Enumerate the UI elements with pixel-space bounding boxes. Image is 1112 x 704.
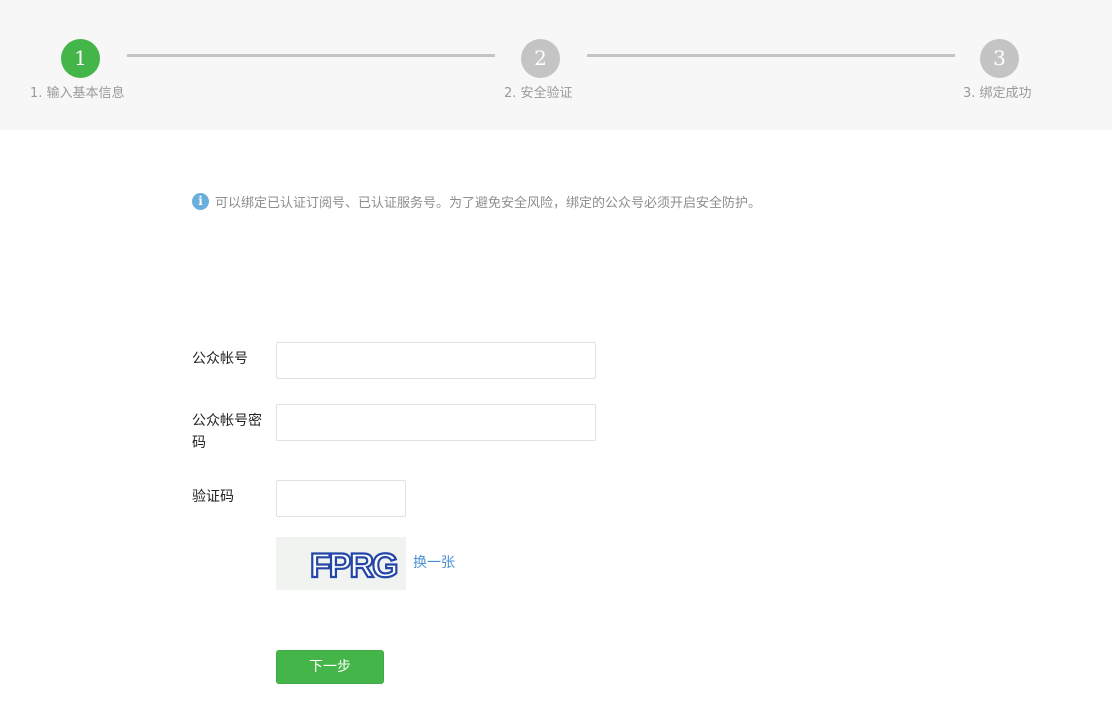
step-3-circle: 3	[980, 39, 1019, 78]
step-3-label: 3. 绑定成功	[963, 86, 1032, 101]
step-1-label: 1. 输入基本信息	[30, 86, 125, 101]
refresh-captcha-link[interactable]: 换一张	[413, 553, 455, 573]
notice-text: 可以绑定已认证订阅号、已认证服务号。为了避免安全风险，绑定的公众号必须开启安全防…	[215, 196, 762, 211]
password-label: 公众帐号密码	[192, 413, 262, 451]
next-step-button[interactable]: 下一步	[276, 650, 384, 684]
account-input[interactable]	[276, 342, 596, 379]
info-icon: i	[192, 193, 209, 210]
step-1-circle: 1	[61, 39, 100, 78]
captcha-image[interactable]: FPRG	[276, 537, 406, 590]
captcha-label: 验证码	[192, 489, 234, 505]
captcha-image-text: FPRG	[310, 547, 397, 585]
notice-banner: i 可以绑定已认证订阅号、已认证服务号。为了避免安全风险，绑定的公众号必须开启安…	[192, 192, 761, 211]
captcha-input[interactable]	[276, 480, 406, 517]
step-2-label: 2. 安全验证	[504, 86, 573, 101]
progress-stepper: 1 2 3 1. 输入基本信息 2. 安全验证 3. 绑定成功	[0, 0, 1112, 130]
password-input[interactable]	[276, 404, 596, 441]
step-connector-1	[127, 54, 495, 57]
step-connector-2	[587, 54, 955, 57]
account-label: 公众帐号	[192, 351, 248, 367]
step-2-circle: 2	[521, 39, 560, 78]
